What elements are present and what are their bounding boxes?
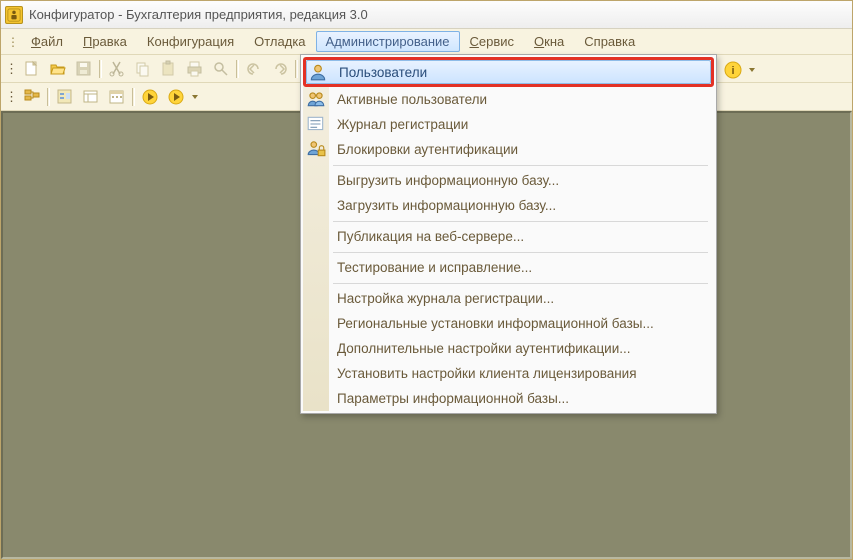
menu-item-extra-auth[interactable]: Дополнительные настройки аутентификации.… <box>303 336 714 361</box>
user-lock-icon <box>306 139 326 159</box>
menu-item-users[interactable]: Пользователи <box>303 57 714 87</box>
run-client-button[interactable] <box>164 86 188 108</box>
run-debug-button[interactable] <box>138 86 162 108</box>
toolbar-separator <box>235 59 240 79</box>
menubar: ⋮ Файл Правка Конфигурация Отладка Админ… <box>1 29 852 55</box>
menu-item-regional[interactable]: Региональные установки информационной ба… <box>303 311 714 336</box>
find-button[interactable] <box>209 58 233 80</box>
menu-service[interactable]: Сервис <box>460 31 525 52</box>
menu-edit-label: равка <box>92 34 127 49</box>
menu-item-log-settings-label: Настройка журнала регистрации... <box>337 291 554 306</box>
menu-item-reg-log[interactable]: Журнал регистрации <box>303 112 714 137</box>
print-button[interactable] <box>183 58 207 80</box>
run-client-dropdown[interactable] <box>190 86 200 108</box>
cut-button[interactable] <box>105 58 129 80</box>
menu-item-web-publish[interactable]: Публикация на веб-сервере... <box>303 224 714 249</box>
redo-button[interactable] <box>268 58 292 80</box>
menu-help-label: Справка <box>584 34 635 49</box>
save-button[interactable] <box>72 58 96 80</box>
config-tree-button[interactable] <box>20 86 44 108</box>
paste-button[interactable] <box>157 58 181 80</box>
menu-item-import-db[interactable]: Загрузить информационную базу... <box>303 193 714 218</box>
toolbar-separator <box>294 59 299 79</box>
menu-item-test-fix-label: Тестирование и исправление... <box>337 260 532 275</box>
menu-item-license-client[interactable]: Установить настройки клиента лицензирова… <box>303 361 714 386</box>
menu-file-label: айл <box>41 34 63 49</box>
menu-item-license-client-label: Установить настройки клиента лицензирова… <box>337 366 637 381</box>
menu-service-label: ервис <box>479 34 514 49</box>
user-icon <box>308 62 328 82</box>
undo-button[interactable] <box>242 58 266 80</box>
menu-item-log-settings[interactable]: Настройка журнала регистрации... <box>303 286 714 311</box>
menu-configuration[interactable]: Конфигурация <box>137 31 244 52</box>
new-file-button[interactable] <box>20 58 44 80</box>
menu-item-auth-blocks[interactable]: Блокировки аутентификации <box>303 137 714 162</box>
menu-edit[interactable]: Правка <box>73 31 137 52</box>
menu-help[interactable]: Справка <box>574 31 645 52</box>
menu-item-reg-log-label: Журнал регистрации <box>337 117 468 132</box>
menu-item-auth-blocks-label: Блокировки аутентификации <box>337 142 518 157</box>
window-title: Конфигуратор - Бухгалтерия предприятия, … <box>29 7 368 22</box>
menu-file[interactable]: Файл <box>21 31 73 52</box>
app-icon <box>5 6 23 24</box>
menu-debug[interactable]: Отладка <box>244 31 315 52</box>
log-icon <box>306 114 326 134</box>
help-button[interactable]: i <box>721 59 745 81</box>
menu-debug-label: Отладка <box>254 34 305 49</box>
svg-text:i: i <box>731 65 734 77</box>
users-icon <box>306 89 326 109</box>
menu-administration-label: Администрирование <box>326 34 450 49</box>
menu-item-active-users[interactable]: Активные пользователи <box>303 87 714 112</box>
toolbar-separator <box>98 59 103 79</box>
open-file-button[interactable] <box>46 58 70 80</box>
menu-item-db-params-label: Параметры информационной базы... <box>337 391 569 406</box>
menu-item-active-users-label: Активные пользователи <box>337 92 487 107</box>
menu-item-export-db[interactable]: Выгрузить информационную базу... <box>303 168 714 193</box>
menu-windows-label: кна <box>544 34 564 49</box>
administration-dropdown: Пользователи Активные пользователи Журна… <box>300 54 717 414</box>
menu-item-users-label: Пользователи <box>339 65 427 80</box>
help-button-group: i <box>721 59 757 81</box>
calendar-button[interactable] <box>105 86 129 108</box>
menu-configuration-label: Конфигурация <box>147 34 234 49</box>
menu-windows[interactable]: Окна <box>524 31 574 52</box>
menu-item-extra-auth-label: Дополнительные настройки аутентификации.… <box>337 341 631 356</box>
toolbar-separator <box>131 87 136 107</box>
menu-item-regional-label: Региональные установки информационной ба… <box>337 316 654 331</box>
menu-item-test-fix[interactable]: Тестирование и исправление... <box>303 255 714 280</box>
window-list-button[interactable] <box>79 86 103 108</box>
menu-item-web-publish-label: Публикация на веб-сервере... <box>337 229 524 244</box>
menu-item-export-db-label: Выгрузить информационную базу... <box>337 173 559 188</box>
titlebar: Конфигуратор - Бухгалтерия предприятия, … <box>1 1 852 29</box>
menu-administration[interactable]: Администрирование <box>316 31 460 52</box>
ext-tree-button[interactable] <box>53 86 77 108</box>
copy-button[interactable] <box>131 58 155 80</box>
menu-item-db-params[interactable]: Параметры информационной базы... <box>303 386 714 411</box>
toolbar-separator <box>46 87 51 107</box>
help-dropdown[interactable] <box>747 59 757 81</box>
menu-item-import-db-label: Загрузить информационную базу... <box>337 198 556 213</box>
